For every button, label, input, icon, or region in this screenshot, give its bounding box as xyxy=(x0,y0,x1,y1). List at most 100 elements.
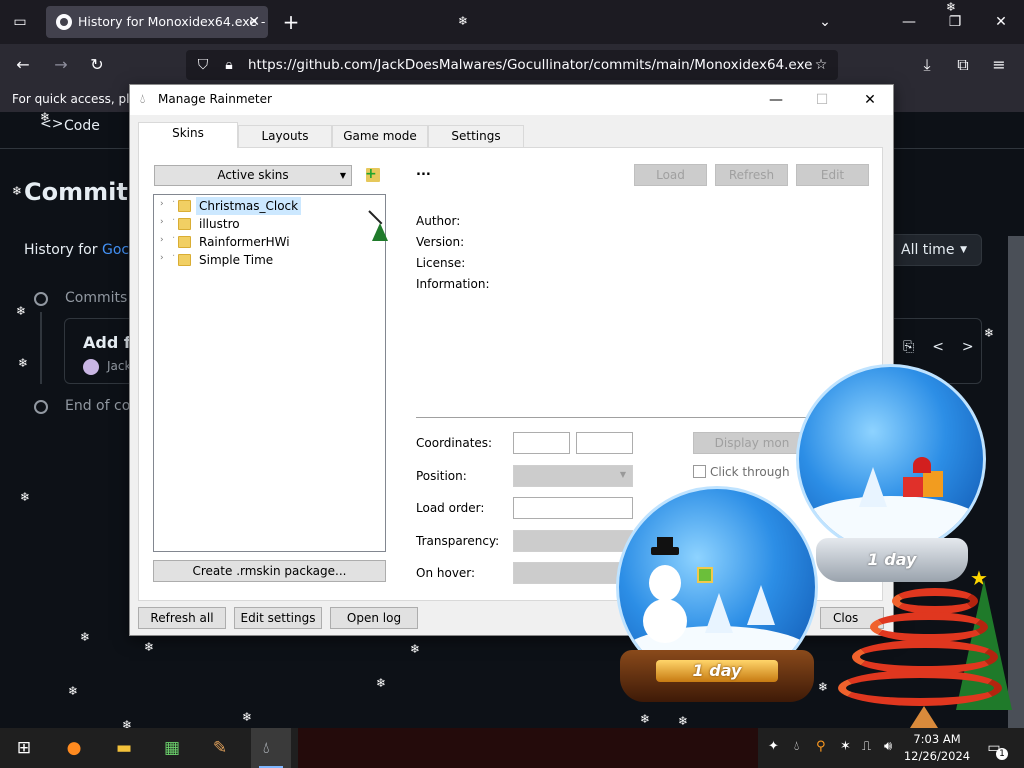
globe-day-label: 1 day xyxy=(692,661,742,680)
version-label: Version: xyxy=(416,235,465,249)
tab-game-mode[interactable]: Game mode xyxy=(332,125,428,147)
browser-minimize-icon[interactable]: — xyxy=(894,8,924,36)
load-order-label: Load order: xyxy=(416,501,485,515)
snowflake-icon: ❄ xyxy=(678,714,689,728)
tree-pot-icon xyxy=(910,706,938,728)
load-button[interactable]: Load xyxy=(634,164,707,186)
tab-skins[interactable]: Skins xyxy=(138,122,238,148)
time-filter-dropdown[interactable]: All time ▼ xyxy=(886,234,982,266)
tab-close-icon[interactable]: ✕ xyxy=(248,6,260,38)
file-explorer-icon[interactable]: ▬ xyxy=(110,734,138,762)
tray-rainmeter-icon[interactable]: 💧︎ xyxy=(794,739,799,754)
tab-settings[interactable]: Settings xyxy=(428,125,524,147)
forward-arrow-icon[interactable]: → xyxy=(48,52,74,78)
system-clock[interactable]: 7:03 AM 12/26/2024 xyxy=(900,731,974,765)
rainmeter-drop-icon: 💧︎ xyxy=(140,92,146,107)
firefox-icon[interactable]: ● xyxy=(60,734,88,762)
extensions-icon[interactable]: ⧉ xyxy=(950,52,976,78)
tray-app-icon[interactable]: ✦ xyxy=(768,739,779,754)
expand-chevron-icon[interactable]: › xyxy=(160,217,164,227)
edit-button[interactable]: Edit xyxy=(796,164,869,186)
lock-icon[interactable]: 🔒︎ xyxy=(218,54,240,76)
christmas-tree-spiral: ★ xyxy=(830,560,1020,728)
url-bar[interactable]: ⛉ 🔒︎ https://github.com/JackDoesMalwares… xyxy=(186,50,838,80)
tool-icon[interactable]: ✎ xyxy=(206,734,234,762)
edit-settings-button[interactable]: Edit settings xyxy=(234,607,322,629)
active-skins-dropdown[interactable]: Active skins ▼ xyxy=(154,165,352,186)
downloads-icon[interactable]: ⤓ xyxy=(914,52,940,78)
add-skin-button[interactable]: + xyxy=(364,164,382,184)
tree-icon xyxy=(747,585,775,625)
avatar[interactable] xyxy=(83,359,99,375)
refresh-all-button[interactable]: Refresh all xyxy=(138,607,226,629)
notification-center-icon[interactable]: ▭ 1 xyxy=(980,736,1008,760)
transparency-select[interactable] xyxy=(513,530,633,552)
rainmeter-taskbar-button[interactable]: 💧︎ xyxy=(251,728,291,768)
notification-count-badge: 1 xyxy=(996,748,1008,760)
plus-icon: + xyxy=(365,166,377,182)
close-icon[interactable]: ✕ xyxy=(847,85,893,115)
tray-sparkle-icon[interactable]: ✶ xyxy=(840,739,851,754)
url-text: https://github.com/JackDoesMalwares/Gocu… xyxy=(248,57,813,73)
commit-actions[interactable]: ⎘<> xyxy=(903,339,992,355)
gift-icon xyxy=(697,567,713,583)
history-heading: History for Gocul xyxy=(24,242,142,258)
reload-icon[interactable]: ↻ xyxy=(84,52,110,78)
rainmeter-titlebar[interactable]: 💧︎ Manage Rainmeter — ☐ ✕ xyxy=(130,85,893,115)
tab-list-icon[interactable]: ▭ xyxy=(8,10,32,34)
maximize-icon[interactable]: ☐ xyxy=(799,85,845,115)
tree-item-christmas-clock[interactable]: › · Christmas_Clock xyxy=(160,197,380,215)
tree-item-illustro[interactable]: › · illustro xyxy=(160,215,380,233)
minimize-icon[interactable]: — xyxy=(753,85,799,115)
repo-tab-code[interactable]: Code xyxy=(64,118,100,134)
tree-item-rainformerhwi[interactable]: › · RainformerHWi xyxy=(160,233,380,251)
open-log-button[interactable]: Open log xyxy=(330,607,418,629)
tab-layouts[interactable]: Layouts xyxy=(238,125,332,147)
tray-volume-icon[interactable]: 🔊︎ xyxy=(884,739,892,754)
tab-overflow-chevron-icon[interactable]: ⌄ xyxy=(810,8,840,36)
create-rmskin-package-button[interactable]: Create .rmskin package... xyxy=(153,560,386,582)
load-order-input[interactable] xyxy=(513,497,633,519)
dropdown-arrow-icon: ▼ xyxy=(619,470,626,479)
window-title: Manage Rainmeter xyxy=(158,92,272,106)
gift-icon xyxy=(903,477,925,497)
expand-chevron-icon[interactable]: › xyxy=(160,199,164,209)
coordinate-y-input[interactable] xyxy=(576,432,633,454)
tray-search-icon[interactable]: ⚲ xyxy=(816,739,826,754)
app-icon[interactable]: ▦ xyxy=(158,734,186,762)
display-monitor-button[interactable]: Display mon xyxy=(693,432,811,454)
on-hover-label: On hover: xyxy=(416,566,476,580)
tree-item-label: illustro xyxy=(199,217,240,231)
skin-name-placeholder: ... xyxy=(416,164,431,179)
click-through-checkbox[interactable] xyxy=(693,465,706,478)
tree-item-simple-time[interactable]: › · Simple Time xyxy=(160,251,380,269)
browser-close-icon[interactable]: ✕ xyxy=(986,8,1016,36)
tray-network-icon[interactable]: ⎍ xyxy=(862,739,871,754)
browser-tab-active[interactable]: History for Monoxidex64.exe - J ✕ xyxy=(46,6,268,38)
coordinate-x-input[interactable] xyxy=(513,432,570,454)
commit-group-dot-icon xyxy=(34,292,48,306)
windows-start-icon[interactable]: ⊞ xyxy=(10,734,38,762)
windows-taskbar: ⊞ ● ▬ ▦ ✎ 💧︎ ✦ 💧︎ ⚲ ✶ ⎍ 🔊︎ 7:03 AM 12/26… xyxy=(0,728,1024,768)
new-tab-icon[interactable]: + xyxy=(278,8,304,36)
skins-tree[interactable]: › · Christmas_Clock › · illustro › · Rai… xyxy=(153,194,388,552)
click-through-label: Click through xyxy=(710,465,790,479)
commit-author[interactable]: Jack xyxy=(107,359,131,373)
on-hover-select[interactable] xyxy=(513,562,633,584)
snowflake-icon: ❄ xyxy=(984,326,995,340)
rainmeter-drop-icon: 💧︎ xyxy=(263,738,270,757)
snowflake-icon: ❄ xyxy=(40,110,51,124)
tree-item-label: Christmas_Clock xyxy=(196,197,302,215)
expand-chevron-icon[interactable]: › xyxy=(160,235,164,245)
refresh-button[interactable]: Refresh xyxy=(715,164,788,186)
gift-icon xyxy=(923,471,943,497)
menu-hamburger-icon[interactable]: ≡ xyxy=(986,52,1012,78)
back-arrow-icon[interactable]: ← xyxy=(10,52,36,78)
folder-icon xyxy=(178,236,191,248)
shield-icon[interactable]: ⛉ xyxy=(192,54,214,76)
expand-chevron-icon[interactable]: › xyxy=(160,253,164,263)
bookmark-star-icon[interactable]: ☆ xyxy=(810,54,832,76)
position-select[interactable]: ▼ xyxy=(513,465,633,487)
snowflake-icon: ❄ xyxy=(12,184,23,198)
bookmarks-hint: For quick access, plac xyxy=(12,92,144,106)
